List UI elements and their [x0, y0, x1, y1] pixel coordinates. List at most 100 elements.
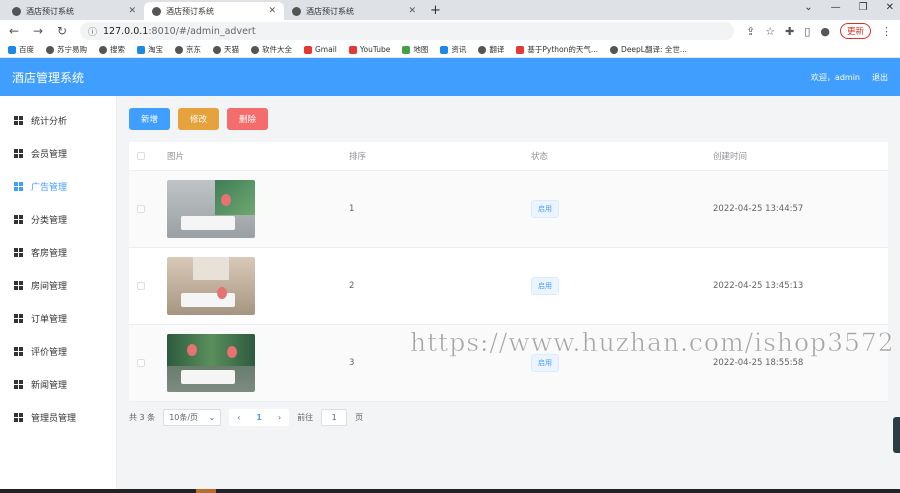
bookmark-label: 京东: [186, 45, 201, 54]
bookmark-search[interactable]: 搜索: [99, 44, 125, 55]
page-size-value: 10条/页: [169, 412, 199, 422]
sidebar: 统计分析 会员管理 广告管理 分类管理 客房管理 房间管理 订单管理 评价管理: [0, 96, 117, 493]
browser-tab-1[interactable]: 酒店预订系统 ✕: [4, 2, 144, 20]
browser-tabstrip: 酒店预订系统 ✕ 酒店预订系统 ✕ 酒店预订系统 ✕ + ⌄ — ❐ ✕: [0, 0, 900, 20]
profile-icon[interactable]: ●: [820, 25, 830, 38]
minimize-icon[interactable]: —: [831, 2, 841, 13]
advert-image: [167, 334, 255, 392]
sidebar-item-label: 评价管理: [31, 348, 68, 358]
bookmark-taobao[interactable]: 淘宝: [137, 44, 163, 55]
news-icon: [440, 45, 449, 54]
prev-page-icon[interactable]: ‹: [237, 413, 240, 422]
bookmark-label: 翻译: [489, 45, 505, 54]
share-icon[interactable]: ⇪: [746, 25, 755, 38]
sidebar-item-label: 统计分析: [31, 117, 68, 127]
pager-controls: ‹ 1 ›: [229, 408, 290, 426]
sidebar-item-reviews[interactable]: 评价管理: [0, 335, 116, 368]
sidebar-item-categories[interactable]: 分类管理: [0, 203, 116, 236]
pagination-total: 共 3 条: [129, 412, 156, 422]
table-row[interactable]: 1 启用 2022-04-25 13:44:57: [129, 171, 888, 248]
bookmark-label: 淘宝: [148, 45, 163, 54]
page-size-select[interactable]: 10条/页 ⌄: [163, 408, 222, 426]
grid-icon: [14, 182, 23, 191]
select-all-checkbox[interactable]: [137, 152, 145, 160]
bookmark-software[interactable]: 软件大全: [251, 44, 292, 55]
bookmark-news[interactable]: 资讯: [440, 44, 466, 55]
sidebar-item-orders[interactable]: 订单管理: [0, 302, 116, 335]
pagination: 共 3 条 10条/页 ⌄ ‹ 1 › 前往 1 页: [129, 404, 888, 430]
bookmark-label: Gmail: [315, 45, 337, 54]
column-header-sort[interactable]: 排序: [349, 150, 531, 162]
close-icon[interactable]: ✕: [268, 6, 276, 16]
bookmark-deepl[interactable]: DeepL翻译: 全世...: [610, 44, 687, 55]
back-icon[interactable]: ←: [8, 24, 20, 38]
table-row[interactable]: 2 启用 2022-04-25 13:45:13: [129, 248, 888, 325]
bookmark-label: 地图: [413, 45, 429, 54]
goto-label: 前往: [297, 412, 314, 422]
row-checkbox[interactable]: [137, 205, 145, 213]
current-page[interactable]: 1: [256, 413, 262, 422]
sidebar-item-members[interactable]: 会员管理: [0, 137, 116, 170]
bookmark-maps[interactable]: 地图: [402, 44, 428, 55]
add-button[interactable]: 新增: [129, 108, 170, 130]
bookmark-jd[interactable]: 京东: [175, 44, 201, 55]
sidebar-item-admins[interactable]: 管理员管理: [0, 401, 116, 434]
taskbar-strip: [0, 489, 900, 493]
logout-link[interactable]: 退出: [872, 72, 888, 83]
sidebar-item-room-types[interactable]: 客房管理: [0, 236, 116, 269]
forward-icon[interactable]: →: [32, 24, 44, 38]
close-icon[interactable]: ✕: [128, 6, 136, 16]
row-checkbox[interactable]: [137, 359, 145, 367]
chevron-down-icon[interactable]: ⌄: [804, 2, 812, 13]
goto-page-input[interactable]: 1: [321, 408, 348, 426]
row-checkbox[interactable]: [137, 282, 145, 290]
sidebar-item-adverts[interactable]: 广告管理: [0, 170, 116, 203]
sidebar-item-label: 会员管理: [31, 150, 68, 160]
info-icon[interactable]: ⓘ: [88, 25, 97, 38]
bookmark-tmall[interactable]: 天猫: [213, 44, 239, 55]
edit-button[interactable]: 修改: [178, 108, 219, 130]
extensions-icon[interactable]: ✚: [785, 25, 794, 38]
bookmark-translate[interactable]: 翻译: [478, 44, 504, 55]
update-button[interactable]: 更新: [839, 23, 871, 39]
globe-icon: [12, 6, 21, 16]
bookmark-label: 百度: [19, 45, 34, 54]
sidebar-item-rooms[interactable]: 房间管理: [0, 269, 116, 302]
delete-button[interactable]: 删除: [227, 108, 268, 130]
column-header-created[interactable]: 创建时间: [713, 150, 888, 162]
menu-icon[interactable]: ⋮: [881, 25, 892, 38]
sidebar-item-statistics[interactable]: 统计分析: [0, 104, 116, 137]
grid-icon: [14, 380, 23, 389]
main-content: 新增 修改 删除 图片 排序 状态 创建时间 1 启用 2022-04-25 1…: [117, 96, 900, 493]
globe-icon: [175, 45, 183, 54]
bookmark-gmail[interactable]: Gmail: [304, 45, 337, 54]
bookmark-youtube[interactable]: YouTube: [348, 45, 390, 54]
sidebar-item-news[interactable]: 新闻管理: [0, 368, 116, 401]
star-icon[interactable]: ☆: [765, 25, 775, 38]
bookmark-label: 资讯: [451, 45, 467, 54]
close-window-icon[interactable]: ✕: [886, 2, 894, 13]
cell-created: 2022-04-25 13:44:57: [713, 204, 804, 214]
address-bar[interactable]: ⓘ 127.0.0.1:8010/#/admin_advert: [80, 22, 734, 40]
browser-tab-3[interactable]: 酒店预订系统 ✕: [284, 2, 424, 20]
side-handle[interactable]: [893, 417, 900, 453]
bookmark-baidu[interactable]: 百度: [8, 44, 34, 55]
grid-icon: [14, 347, 23, 356]
gmail-icon: [304, 45, 312, 54]
browser-tab-2[interactable]: 酒店预订系统 ✕: [144, 2, 284, 20]
next-page-icon[interactable]: ›: [278, 413, 281, 422]
grid-icon: [14, 149, 23, 158]
new-tab-button[interactable]: +: [430, 3, 441, 18]
column-header-image[interactable]: 图片: [167, 150, 349, 162]
close-icon[interactable]: ✕: [408, 6, 416, 16]
maximize-icon[interactable]: ❐: [859, 2, 868, 13]
column-header-status[interactable]: 状态: [531, 150, 713, 162]
reload-icon[interactable]: ↻: [56, 24, 68, 38]
sidepanel-icon[interactable]: ▯: [804, 25, 810, 38]
bookmark-suning[interactable]: 苏宁易购: [46, 44, 87, 55]
bookmark-python-weather[interactable]: 基于Python的天气...: [516, 44, 598, 55]
bookmark-label: 搜索: [110, 45, 125, 54]
grid-icon: [14, 116, 23, 125]
status-badge: 启用: [531, 200, 559, 218]
address-host: 127.0.0.1: [103, 25, 149, 37]
